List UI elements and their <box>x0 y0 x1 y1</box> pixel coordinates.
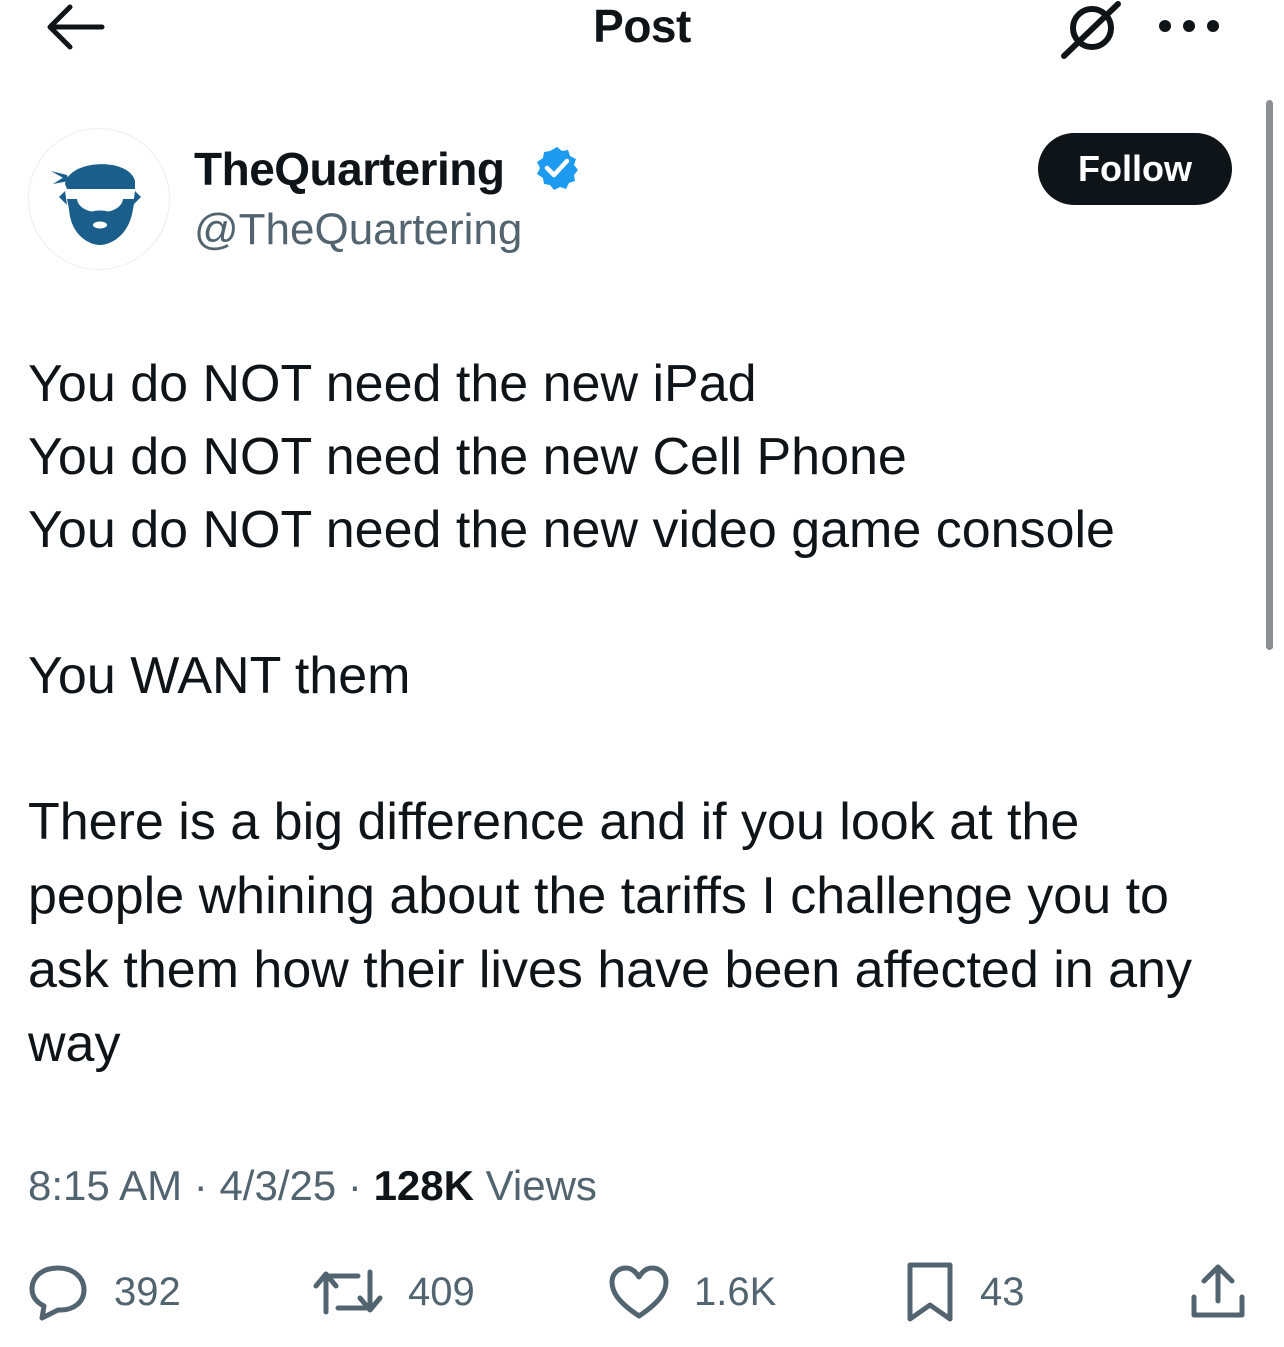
repost-icon <box>313 1269 383 1315</box>
tweet-text-line: You WANT them <box>28 647 411 705</box>
grok-button[interactable] <box>1056 0 1126 60</box>
tweet-meta: 8:15 AM · 4/3/25 · 128K Views <box>28 1158 597 1214</box>
views-count: 128K <box>373 1162 474 1209</box>
more-horizontal-icon <box>1159 20 1219 32</box>
bookmark-button[interactable]: 43 <box>904 1252 1025 1332</box>
action-bar: 392 409 1.6K 43 <box>0 1252 1284 1332</box>
tweet-text-line: You do NOT need the new Cell Phone <box>28 428 907 486</box>
reply-icon <box>29 1265 87 1321</box>
heart-icon <box>609 1265 669 1319</box>
bearded-man-logo <box>51 164 141 245</box>
like-count: 1.6K <box>694 1269 777 1314</box>
repost-count: 409 <box>408 1269 475 1314</box>
follow-button[interactable]: Follow <box>1038 133 1232 205</box>
tweet-time[interactable]: 8:15 AM <box>28 1162 182 1209</box>
grok-icon <box>1061 1 1121 59</box>
tweet-text-line: You do NOT need the new iPad <box>28 355 757 413</box>
share-button[interactable] <box>1188 1252 1248 1332</box>
top-bar: Post <box>0 0 1284 60</box>
repost-button[interactable]: 409 <box>312 1252 475 1332</box>
meta-separator: · <box>193 1162 208 1209</box>
more-button[interactable] <box>1156 6 1222 46</box>
tweet-text-line: You do NOT need the new video game conso… <box>28 501 1115 559</box>
reply-button[interactable]: 392 <box>26 1252 181 1332</box>
reply-count: 392 <box>114 1269 181 1314</box>
author-handle[interactable]: @TheQuartering <box>194 202 522 258</box>
tweet-text-line: ask them how their lives have been affec… <box>28 941 1192 999</box>
bookmark-icon <box>907 1262 953 1322</box>
tweet-text-line: way <box>28 1015 121 1073</box>
verified-badge-icon <box>537 147 578 190</box>
author-display-name[interactable]: TheQuartering <box>194 140 505 198</box>
views-label: Views <box>485 1162 597 1209</box>
tweet-text-line: people whining about the tariffs I chall… <box>28 867 1169 925</box>
avatar[interactable] <box>28 128 170 270</box>
like-button[interactable]: 1.6K <box>608 1252 776 1332</box>
tweet-text-line: There is a big difference and if you loo… <box>28 793 1080 851</box>
tweet-date[interactable]: 4/3/25 <box>219 1162 336 1209</box>
meta-separator: · <box>347 1162 362 1209</box>
share-icon <box>1191 1264 1245 1318</box>
bookmark-count: 43 <box>980 1269 1025 1314</box>
